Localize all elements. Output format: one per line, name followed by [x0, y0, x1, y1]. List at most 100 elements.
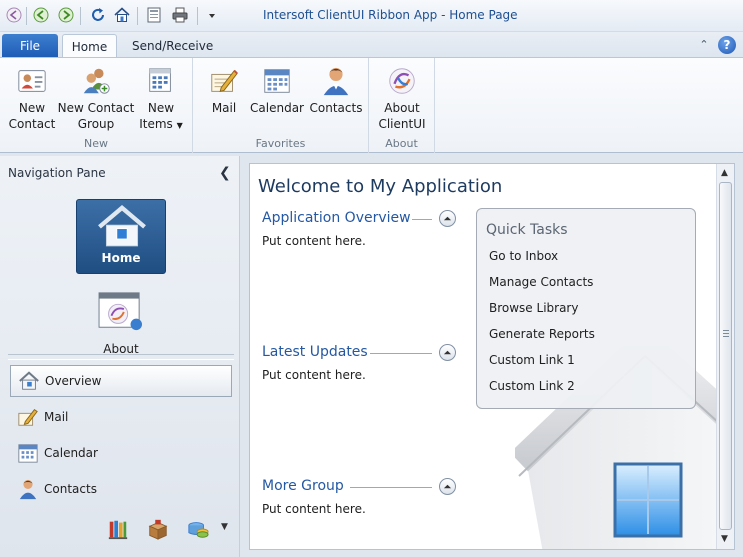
new-items-button[interactable]: New Items ▼: [136, 64, 186, 134]
back-icon[interactable]: [4, 5, 24, 25]
window-title: Intersoft ClientUI Ribbon App - Home Pag…: [263, 8, 518, 22]
calendar-icon: [16, 441, 40, 465]
navigation-pane: Navigation Pane ❮ Home About Overview Ma…: [0, 156, 240, 557]
clientui-logo-icon: [385, 64, 419, 98]
contact-card-icon: [15, 64, 49, 98]
title-bar: Intersoft ClientUI Ribbon App - Home Pag…: [0, 0, 743, 32]
nav-item-label: Contacts: [44, 482, 97, 496]
scroll-up-icon[interactable]: ▲: [721, 168, 728, 178]
quick-link-custom-1[interactable]: Custom Link 1: [489, 353, 575, 367]
about-clientui-label-1: About: [384, 101, 420, 115]
grip-line: [723, 333, 729, 334]
nav-item-overview[interactable]: Overview: [10, 365, 232, 397]
contacts-icon: [16, 477, 40, 501]
contacts-icon: [319, 64, 353, 98]
contacts-button[interactable]: Contacts: [309, 64, 363, 116]
mail-button[interactable]: Mail: [205, 64, 243, 116]
dropdown-icon[interactable]: [202, 5, 222, 25]
nav-item-contacts[interactable]: Contacts: [10, 473, 232, 505]
collapse-section-button[interactable]: [439, 478, 456, 495]
vertical-scrollbar[interactable]: ▲ ▼: [716, 164, 734, 549]
section-body: Put content here.: [262, 368, 366, 382]
house-icon: [17, 369, 41, 393]
chevron-down-icon: ▼: [176, 121, 183, 130]
chevron-up-icon: [443, 484, 452, 489]
ribbon-tab-row: File Home Send/Receive ⌃ ?: [0, 32, 743, 58]
section-divider: [370, 353, 432, 354]
new-contact-group-label-1: New Contact: [57, 101, 135, 115]
quick-link-manage-contacts[interactable]: Manage Contacts: [489, 275, 593, 289]
grip-line: [723, 336, 729, 337]
ribbon-group-favorites: Mail Calendar Contacts Favorites: [193, 58, 369, 153]
separator: [26, 7, 27, 25]
quick-link-browse-library[interactable]: Browse Library: [489, 301, 578, 315]
quick-tasks-panel: Quick Tasks Go to Inbox Manage Contacts …: [476, 208, 696, 409]
ribbon: New Contact New Contact Group New Items ▼ N…: [0, 57, 743, 153]
ribbon-group-new: New Contact New Contact Group New Items ▼ N…: [0, 58, 193, 153]
section-title-overview: Application Overview: [262, 210, 411, 226]
box-icon[interactable]: [146, 517, 170, 541]
section-title-more-group: More Group: [262, 478, 344, 494]
page-title: Welcome to My Application: [258, 176, 503, 197]
separator: [197, 7, 198, 25]
save-icon[interactable]: [144, 5, 164, 25]
nav-item-mail[interactable]: Mail: [10, 401, 232, 433]
nav-item-label: Mail: [44, 410, 69, 424]
nav-splitter[interactable]: [8, 354, 234, 360]
tab-file[interactable]: File: [2, 34, 58, 58]
refresh-icon[interactable]: [88, 5, 108, 25]
new-contact-label-2: Contact: [8, 117, 56, 131]
database-icon[interactable]: [186, 517, 210, 541]
quick-link-generate-reports[interactable]: Generate Reports: [489, 327, 595, 341]
section-title-latest-updates: Latest Updates: [262, 344, 368, 360]
calendar-button[interactable]: Calendar: [250, 64, 304, 116]
nav-item-label: Overview: [45, 374, 102, 388]
mail-icon: [207, 64, 241, 98]
section-body: Put content here.: [262, 234, 366, 248]
new-contact-group-button[interactable]: New Contact Group: [57, 64, 135, 132]
new-items-label-1: New: [147, 101, 175, 115]
grip-line: [723, 330, 729, 331]
new-contact-button[interactable]: New Contact: [8, 64, 56, 132]
section-divider: [350, 487, 432, 488]
new-contact-group-label-2: Group: [77, 117, 115, 131]
about-clientui-label-2: ClientUI: [378, 117, 426, 131]
quick-link-go-to-inbox[interactable]: Go to Inbox: [489, 249, 558, 263]
nav-tile-about[interactable]: About: [84, 290, 158, 356]
mail-icon: [16, 405, 40, 429]
scrollbar-thumb[interactable]: [719, 182, 732, 530]
calendar-icon: [260, 64, 294, 98]
content-panel: Welcome to My Application Application Ov…: [249, 163, 735, 550]
collapse-ribbon-icon[interactable]: ⌃: [697, 38, 711, 52]
quick-link-custom-2[interactable]: Custom Link 2: [489, 379, 575, 393]
house-icon: [98, 204, 146, 247]
section-body: Put content here.: [262, 502, 366, 516]
section-divider: [412, 219, 432, 220]
print-icon[interactable]: [170, 5, 190, 25]
scroll-down-icon[interactable]: ▼: [721, 534, 728, 544]
chevron-up-icon: [443, 216, 452, 221]
green-forward-icon[interactable]: [56, 5, 76, 25]
chevron-down-icon[interactable]: ▼: [221, 522, 228, 532]
nav-item-calendar[interactable]: Calendar: [10, 437, 232, 469]
nav-tile-home-label: Home: [101, 251, 141, 265]
tab-home[interactable]: Home: [62, 34, 117, 58]
new-items-label-2: Items: [139, 117, 173, 131]
nav-tile-home[interactable]: Home: [76, 199, 166, 274]
home-icon[interactable]: [112, 5, 132, 25]
chevron-left-icon[interactable]: ❮: [219, 165, 231, 181]
tab-send-receive[interactable]: Send/Receive: [124, 34, 221, 58]
contact-group-icon: [79, 64, 113, 98]
collapse-section-button[interactable]: [439, 210, 456, 227]
green-back-icon[interactable]: [31, 5, 51, 25]
nav-item-label: Calendar: [44, 446, 98, 460]
help-icon[interactable]: ?: [718, 36, 736, 54]
navigation-pane-title: Navigation Pane: [8, 166, 106, 180]
contacts-label: Contacts: [309, 101, 363, 115]
collapse-section-button[interactable]: [439, 344, 456, 361]
about-clientui-button[interactable]: About ClientUI: [376, 64, 428, 132]
library-icon[interactable]: [106, 517, 130, 541]
quick-tasks-title: Quick Tasks: [486, 222, 568, 238]
chevron-up-icon: [443, 350, 452, 355]
mail-label: Mail: [211, 101, 237, 115]
